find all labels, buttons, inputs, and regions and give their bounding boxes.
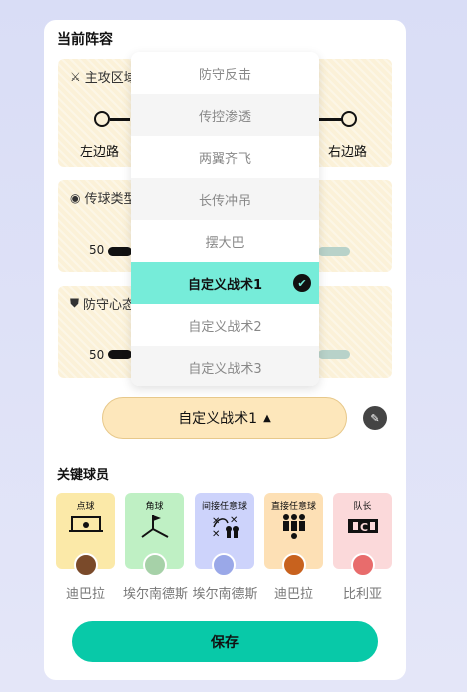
passing-label: 传球类型: [84, 192, 137, 207]
svg-text:C: C: [360, 521, 368, 534]
player-name: 埃尔南德斯: [122, 587, 188, 602]
tactic-select-value: 自定义战术1: [178, 411, 258, 427]
defense-label: 防守心态: [83, 298, 136, 313]
tactics-dropdown: 防守反击 传控渗透 两翼齐飞 长传冲吊 摆大巴 自定义战术1 ✔ 自定义战术2 …: [131, 52, 319, 386]
tactic-option[interactable]: 防守反击: [131, 52, 319, 94]
player-name: 埃尔南德斯: [192, 587, 258, 602]
player-name: 比利亚: [342, 587, 382, 602]
passing-bar-fill[interactable]: [108, 247, 132, 256]
edit-icon[interactable]: ✎: [363, 406, 387, 430]
svg-text:✕: ✕: [212, 516, 220, 527]
avatar: [143, 553, 167, 577]
player-name: 迪巴拉: [273, 587, 313, 602]
tactic-select-button[interactable]: 自定义战术1 ▲: [102, 397, 347, 439]
lineup-title: 当前阵容: [57, 32, 113, 48]
save-button[interactable]: 保存: [72, 621, 378, 662]
corner-flag-icon: [125, 513, 184, 543]
target-icon: ◉: [70, 190, 81, 205]
defense-bar-fill[interactable]: [108, 350, 132, 359]
tactic-option-label: 自定义战术1: [187, 277, 263, 293]
right-flank-label: 右边路: [328, 145, 368, 160]
free-kick-wall-icon: [264, 513, 323, 543]
tactic-option[interactable]: 传控渗透: [131, 94, 319, 136]
attack-right-knob[interactable]: [341, 111, 357, 127]
shield-icon: ⛊: [70, 296, 80, 310]
svg-text:✕: ✕: [230, 515, 238, 526]
swords-icon: ⚔: [70, 69, 81, 84]
left-flank-label: 左边路: [80, 145, 120, 160]
attack-zone-label: 主攻区域: [84, 71, 137, 86]
caret-up-icon: ▲: [263, 412, 271, 424]
tactic-option-selected[interactable]: 自定义战术1 ✔: [131, 262, 319, 304]
avatar: [212, 553, 236, 577]
tactic-board-icon: ✕ ✕ ✕: [195, 513, 254, 543]
captain-armband-icon: C: [333, 513, 392, 543]
defense-bar-track: [318, 350, 350, 359]
tactic-option[interactable]: 两翼齐飞: [131, 136, 319, 178]
passing-value: 50: [89, 243, 105, 257]
avatar: [282, 553, 306, 577]
player-name: 迪巴拉: [65, 587, 105, 602]
tactic-option[interactable]: 自定义战术3: [131, 346, 319, 386]
defense-value: 50: [89, 348, 105, 362]
attack-left-knob[interactable]: [94, 111, 110, 127]
passing-bar-track: [318, 247, 350, 256]
avatar: [351, 553, 375, 577]
attack-slider-track-left: [110, 118, 130, 121]
check-icon: ✔: [293, 274, 311, 292]
tactic-option[interactable]: 摆大巴: [131, 220, 319, 262]
tactic-option[interactable]: 自定义战术2: [131, 304, 319, 346]
attack-slider-track-right: [318, 118, 342, 121]
tactic-option[interactable]: 长传冲吊: [131, 178, 319, 220]
key-players-title: 关键球员: [57, 468, 110, 483]
penalty-goal-icon: [56, 513, 115, 543]
svg-text:✕: ✕: [212, 529, 220, 539]
avatar: [74, 553, 98, 577]
